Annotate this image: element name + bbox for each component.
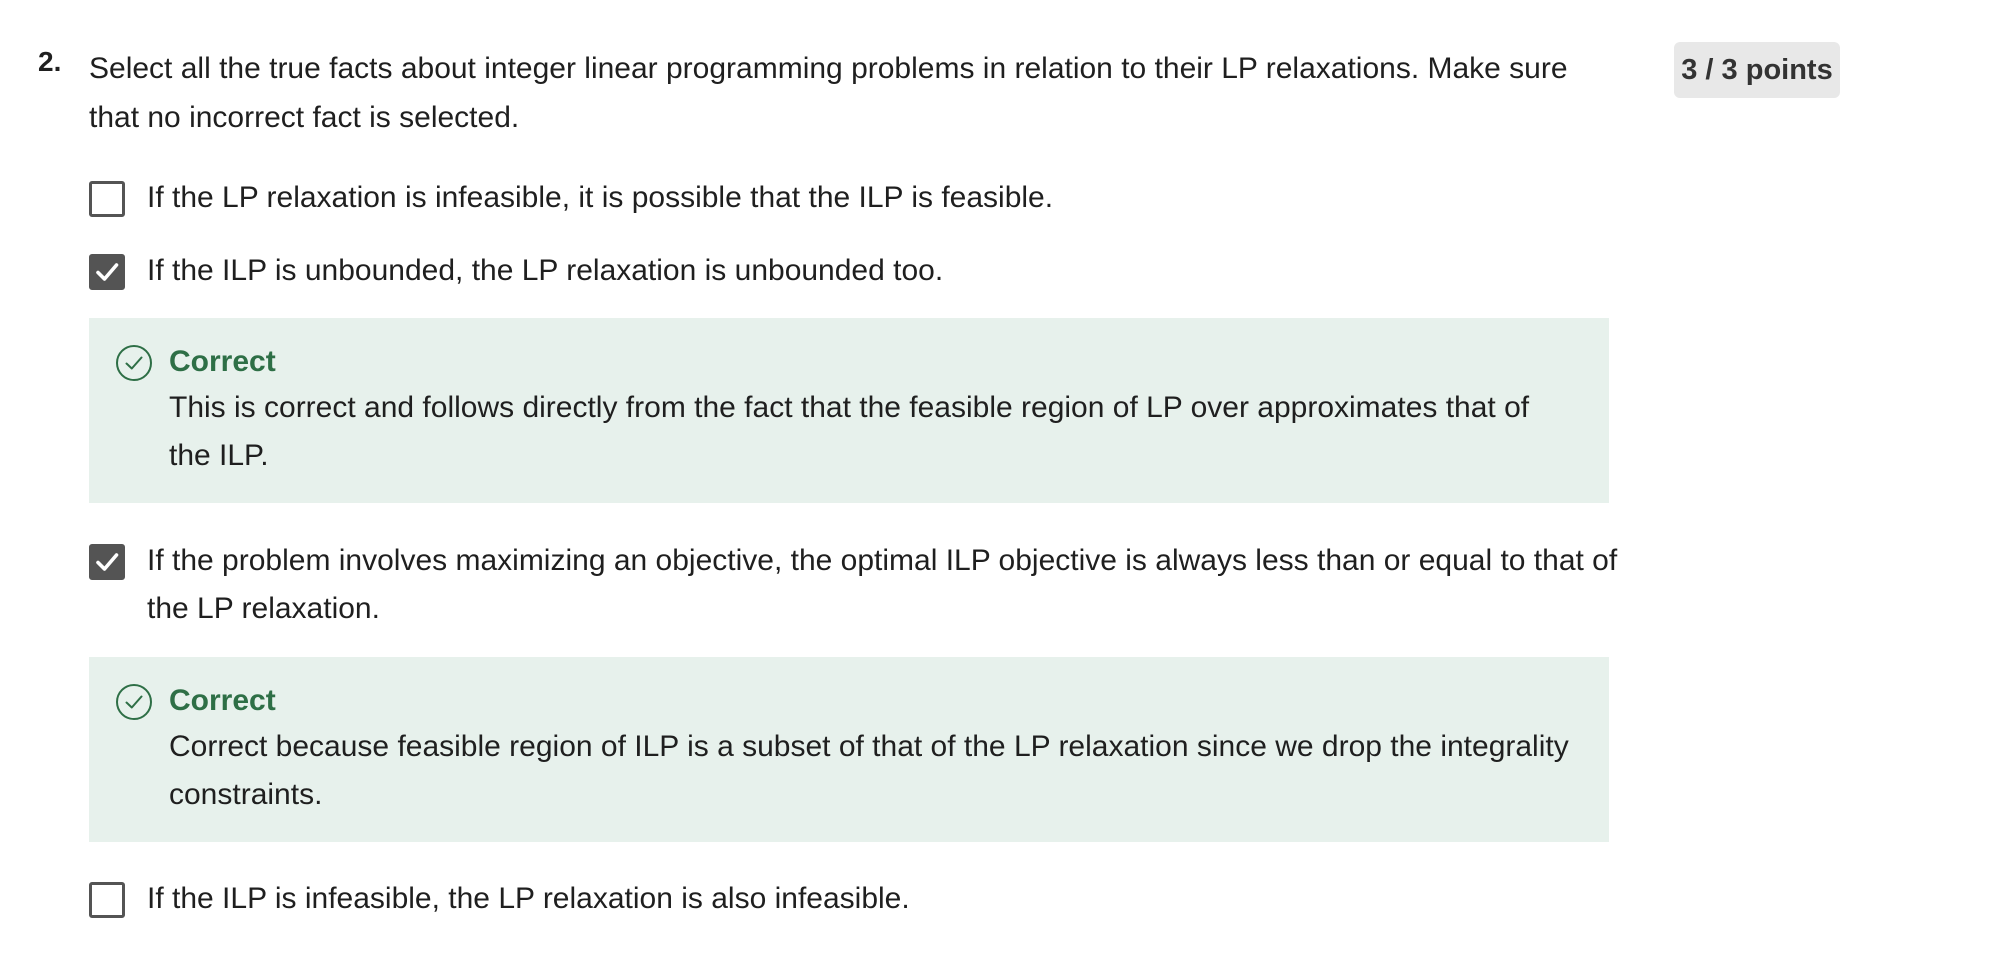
option-4[interactable]: If the ILP is infeasible, the LP relaxat… bbox=[89, 875, 910, 923]
checkbox-checked[interactable] bbox=[89, 254, 125, 290]
option-label: If the LP relaxation is infeasible, it i… bbox=[147, 181, 1054, 214]
points-badge: 3 / 3 points bbox=[1674, 42, 1840, 98]
check-circle-icon bbox=[116, 345, 152, 381]
option-3[interactable]: If the problem involves maximizing an ob… bbox=[89, 537, 1629, 633]
option-label: If the ILP is unbounded, the LP relaxati… bbox=[147, 254, 944, 287]
question-number: 2. bbox=[38, 46, 62, 77]
option-label: If the ILP is infeasible, the LP relaxat… bbox=[147, 882, 910, 915]
feedback-title: Correct bbox=[169, 684, 276, 717]
checkbox-unchecked[interactable] bbox=[89, 181, 125, 217]
check-circle-icon bbox=[116, 684, 152, 720]
option-2[interactable]: If the ILP is unbounded, the LP relaxati… bbox=[89, 247, 943, 295]
checkmark-icon bbox=[96, 553, 119, 571]
feedback-correct: Correct This is correct and follows dire… bbox=[89, 318, 1609, 503]
feedback-title: Correct bbox=[169, 345, 276, 378]
option-1[interactable]: If the LP relaxation is infeasible, it i… bbox=[89, 174, 1053, 222]
checkmark-icon bbox=[96, 263, 119, 281]
option-label: If the problem involves maximizing an ob… bbox=[147, 544, 1618, 625]
feedback-text: This is correct and follows directly fro… bbox=[169, 391, 1530, 472]
feedback-text: Correct because feasible region of ILP i… bbox=[169, 730, 1569, 811]
checkbox-unchecked[interactable] bbox=[89, 882, 125, 918]
question-text: Select all the true facts about integer … bbox=[89, 52, 1568, 134]
checkbox-checked[interactable] bbox=[89, 544, 125, 580]
feedback-correct: Correct Correct because feasible region … bbox=[89, 657, 1609, 842]
